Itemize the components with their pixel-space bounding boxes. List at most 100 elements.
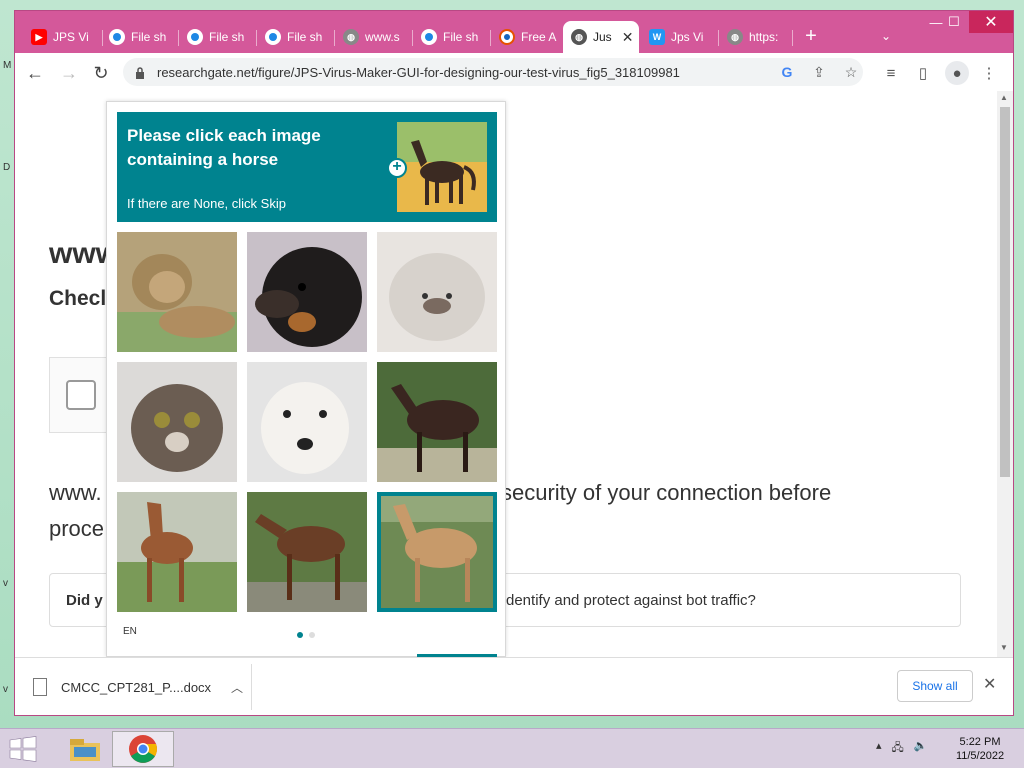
- globe-icon: ◍: [343, 29, 359, 45]
- tab-label: File sh: [131, 30, 167, 44]
- windows-start-icon[interactable]: [8, 735, 38, 763]
- check-text-left: www.: [49, 480, 102, 505]
- chrome-taskbar-icon[interactable]: [112, 731, 174, 767]
- tab-3[interactable]: File sh: [257, 21, 335, 53]
- captcha-tile-kitten[interactable]: [117, 362, 237, 482]
- tab-label: JPS Vi: [53, 30, 89, 44]
- tab-label: File sh: [443, 30, 479, 44]
- tab-label: https:: [749, 30, 779, 44]
- captcha-tile-horse-palomino[interactable]: [377, 492, 497, 612]
- chevron-up-icon[interactable]: ︿: [231, 679, 243, 696]
- taskbar: ▴ 🖧 🔈 5:22 PM 11/5/2022: [0, 728, 1024, 768]
- tab-label: File sh: [287, 30, 323, 44]
- google-icon[interactable]: G: [777, 62, 797, 82]
- download-item[interactable]: CMCC_CPT281_P....docx ︿: [33, 672, 251, 702]
- browser-toolbar: ← → ↻ researchgate.net/figure/JPS-Virus-…: [15, 53, 1013, 91]
- captcha-tile-persian-cat[interactable]: [377, 232, 497, 352]
- captcha-page-dots: [297, 632, 315, 638]
- reload-button[interactable]: ↻: [89, 61, 113, 85]
- language-selector[interactable]: EN: [123, 626, 137, 637]
- check-text-line2: proce: [49, 516, 105, 541]
- address-bar[interactable]: researchgate.net/figure/JPS-Virus-Maker-…: [123, 58, 863, 86]
- profile-avatar-icon[interactable]: ●: [945, 61, 969, 85]
- tab-active[interactable]: ◍ Jus ✕: [563, 21, 639, 53]
- w-icon: W: [649, 29, 665, 45]
- fileshare-icon: [109, 29, 125, 45]
- volume-icon[interactable]: 🔈: [914, 739, 928, 758]
- maximize-button[interactable]: ☐: [939, 11, 969, 33]
- browser-window: ▶ JPS Vi File sh File sh File sh ◍ www.s…: [14, 10, 1014, 716]
- menu-kebab-icon[interactable]: ⋮: [977, 61, 1001, 85]
- check-text-right: security of your connection before: [501, 480, 832, 505]
- faq-left: Did y: [66, 592, 103, 609]
- tab-label: Free A: [521, 30, 557, 44]
- tab-0[interactable]: ▶ JPS Vi: [23, 21, 103, 53]
- faq-right: dentify and protect against bot traffic?: [506, 592, 756, 609]
- tab-4[interactable]: ◍ www.s: [335, 21, 413, 53]
- tab-search-icon[interactable]: ⌄: [881, 29, 891, 43]
- bookmark-star-icon[interactable]: ☆: [841, 62, 861, 82]
- reading-list-icon[interactable]: ≡: [879, 61, 903, 85]
- close-download-bar-icon[interactable]: ✕: [983, 674, 996, 694]
- download-bar: CMCC_CPT281_P....docx ︿ Show all ✕: [15, 657, 1013, 715]
- scroll-down-icon[interactable]: ▼: [1000, 643, 1008, 652]
- share-icon[interactable]: ⇪: [809, 62, 829, 82]
- globe-icon: ◍: [571, 29, 587, 45]
- tab-5[interactable]: File sh: [413, 21, 491, 53]
- tab-bar: ▶ JPS Vi File sh File sh File sh ◍ www.s…: [15, 11, 1013, 53]
- page-subtitle: Checl: [49, 287, 107, 310]
- tab-8[interactable]: W Jps Vi: [641, 21, 719, 53]
- globe-icon: ◍: [727, 29, 743, 45]
- page-dot-active: [297, 632, 303, 638]
- document-icon: [33, 678, 47, 696]
- tab-label: Jps Vi: [671, 30, 704, 44]
- desktop-icon-fragment: v: [3, 578, 8, 589]
- captcha-tile-horse-brown[interactable]: [247, 492, 367, 612]
- captcha-tile-lion[interactable]: [117, 232, 237, 352]
- tab-6[interactable]: Free A: [491, 21, 563, 53]
- scroll-up-icon[interactable]: ▲: [1000, 93, 1008, 102]
- tab-2[interactable]: File sh: [179, 21, 257, 53]
- network-icon[interactable]: 🖧: [892, 739, 904, 758]
- captcha-prompt: Please click each image containing a hor…: [127, 126, 321, 169]
- system-tray: ▴ 🖧 🔈: [876, 739, 928, 758]
- verify-checkbox[interactable]: [66, 380, 96, 410]
- lock-icon[interactable]: [135, 66, 145, 79]
- fileshare-icon: [187, 29, 203, 45]
- show-all-button[interactable]: Show all: [897, 670, 973, 702]
- captcha-tile-white-dog[interactable]: [247, 362, 367, 482]
- youtube-icon: ▶: [31, 29, 47, 45]
- tab-9[interactable]: ◍ https:: [719, 21, 793, 53]
- fileshare-icon: [265, 29, 281, 45]
- captcha-hint: If there are None, click Skip: [127, 196, 286, 211]
- close-window-button[interactable]: ✕: [969, 11, 1013, 33]
- add-example-icon[interactable]: +: [387, 158, 407, 178]
- tab-label: File sh: [209, 30, 245, 44]
- captcha-tile-horse-dark[interactable]: [377, 362, 497, 482]
- new-tab-button[interactable]: +: [801, 26, 821, 47]
- close-tab-icon[interactable]: ✕: [622, 29, 634, 46]
- scrollbar-thumb[interactable]: [1000, 107, 1010, 477]
- captcha-tile-foal-chestnut[interactable]: [117, 492, 237, 612]
- captcha-header: Please click each image containing a hor…: [117, 112, 497, 222]
- desktop-icon-fragment: v: [3, 684, 8, 695]
- clock-time: 5:22 PM: [959, 736, 1001, 748]
- desktop-icon-fragment: M: [3, 60, 12, 71]
- captcha-grid: [117, 232, 497, 612]
- side-panel-icon[interactable]: ▯: [911, 61, 935, 85]
- tab-label: www.s: [365, 30, 400, 44]
- freeav-icon: [499, 29, 515, 45]
- back-button[interactable]: ←: [23, 61, 47, 85]
- page-content: www Checl www. security of your connecti…: [15, 91, 1013, 657]
- forward-button[interactable]: →: [57, 61, 81, 85]
- desktop-icon-fragment: D: [3, 162, 11, 173]
- tray-expand-icon[interactable]: ▴: [876, 739, 882, 758]
- page-scrollbar[interactable]: ▲ ▼: [997, 91, 1013, 657]
- taskbar-clock[interactable]: 5:22 PM 11/5/2022: [950, 735, 1010, 763]
- file-explorer-icon[interactable]: [54, 731, 116, 767]
- captcha-tile-dog-black-tan[interactable]: [247, 232, 367, 352]
- fileshare-icon: [421, 29, 437, 45]
- page-dot: [309, 632, 315, 638]
- tab-1[interactable]: File sh: [101, 21, 179, 53]
- download-file-name: CMCC_CPT281_P....docx: [61, 679, 212, 695]
